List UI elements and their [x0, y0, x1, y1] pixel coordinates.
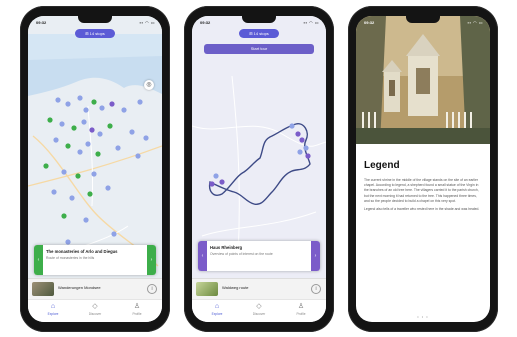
nav-item-discover[interactable]: ◇ Discover: [244, 302, 274, 316]
tour-name: Wanderungen Mondsee: [58, 285, 101, 290]
tour-preview[interactable]: Wanderungen Mondsee i: [28, 278, 162, 299]
status-time: 09:32: [200, 20, 211, 25]
nav-item-discover[interactable]: ◇ Discover: [80, 302, 110, 316]
info-icon[interactable]: i: [147, 284, 157, 294]
person-icon: ♙: [297, 303, 305, 310]
bottom-nav: ⌂ Explore ◇ Discover ♙ Profile: [192, 299, 326, 322]
stop-card[interactable]: ‹ Haus Rheinberg Overview of points of i…: [198, 241, 320, 271]
tour-thumbnail: [32, 282, 54, 296]
nav-label: Discover: [252, 312, 266, 316]
phone-notch: [242, 16, 276, 23]
tour-name: Waldweg route: [222, 285, 249, 290]
stops-filter-pill[interactable]: ⊞ 14 stops: [239, 29, 279, 38]
phone-notch: [406, 16, 440, 23]
status-icons: ▪▪ ◠ ▭: [303, 20, 319, 25]
tour-thumbnail: [196, 282, 218, 296]
map-canvas[interactable]: [28, 16, 162, 322]
nav-item-explore[interactable]: ⌂ Explore: [202, 302, 232, 316]
nav-label: Discover: [88, 312, 102, 316]
phone-notch: [78, 16, 112, 23]
stops-filter-pill[interactable]: ⊞ 14 stops: [75, 29, 115, 38]
phone-mockup-route: 09:32 ▪▪ ◠ ▭ ⊞ 14 stops Start tour ‹ Hau…: [184, 6, 334, 332]
info-icon[interactable]: i: [311, 284, 321, 294]
card-prev-icon[interactable]: ‹: [34, 245, 43, 275]
locate-me-icon[interactable]: ◎: [144, 80, 154, 90]
card-next-icon[interactable]: ›: [147, 245, 156, 275]
nav-label: Explore: [211, 312, 223, 316]
card-prev-icon[interactable]: ‹: [198, 241, 207, 271]
start-tour-button[interactable]: Start tour: [204, 44, 314, 54]
shrine-photo: [356, 16, 490, 144]
nav-item-profile[interactable]: ♙ Profile: [286, 302, 316, 316]
status-time: 09:32: [364, 20, 375, 25]
compass-icon: ◇: [256, 303, 262, 310]
bottom-nav: ⌂ Explore ◇ Discover ♙ Profile: [28, 299, 162, 322]
legend-text: The current shrine in the middle of the …: [364, 178, 482, 215]
stop-card-title: Haus Rheinberg: [210, 245, 243, 250]
nav-item-explore[interactable]: ⌂ Explore: [38, 302, 68, 316]
phone-mockup-detail: 09:32 ▪▪ ◠ ▭ Legend The current shrine i…: [348, 6, 498, 332]
route-card[interactable]: ‹ The monasteries of Arlo and Diegus Rou…: [34, 245, 156, 275]
phone-mockup-map: 09:32 ▪▪ ◠ ▭ ⊞ 14 stops ◎ ‹ The monaster…: [20, 6, 170, 332]
nav-label: Profile: [296, 312, 306, 316]
person-icon: ♙: [133, 303, 141, 310]
nav-label: Profile: [132, 312, 142, 316]
status-icons: ▪▪ ◠ ▭: [467, 20, 483, 25]
status-time: 09:32: [36, 20, 47, 25]
route-card-subtitle: Route of monasteries in the hills: [46, 256, 95, 260]
nav-label: Explore: [47, 312, 59, 316]
legend-heading: Legend: [364, 160, 400, 171]
status-icons: ▪▪ ◠ ▭: [139, 20, 155, 25]
home-icon: ⌂: [214, 303, 220, 310]
route-card-title: The monasteries of Arlo and Diegus: [46, 249, 118, 254]
home-icon: ⌂: [50, 303, 56, 310]
screen-map: 09:32 ▪▪ ◠ ▭ ⊞ 14 stops ◎ ‹ The monaster…: [28, 16, 162, 322]
compass-icon: ◇: [92, 303, 98, 310]
nav-item-profile[interactable]: ♙ Profile: [122, 302, 152, 316]
page-indicator: • • •: [417, 314, 429, 319]
card-next-icon[interactable]: ›: [311, 241, 320, 271]
screen-route: 09:32 ▪▪ ◠ ▭ ⊞ 14 stops Start tour ‹ Hau…: [192, 16, 326, 322]
stop-card-subtitle: Overview of points of interest on the ro…: [210, 252, 273, 256]
legend-paragraph: Legend also tells of a traveller who res…: [364, 207, 480, 212]
legend-paragraph: The current shrine in the middle of the …: [364, 178, 479, 203]
screen-detail: 09:32 ▪▪ ◠ ▭ Legend The current shrine i…: [356, 16, 490, 322]
route-map-canvas[interactable]: [192, 16, 326, 322]
tour-preview[interactable]: Waldweg route i: [192, 278, 326, 299]
